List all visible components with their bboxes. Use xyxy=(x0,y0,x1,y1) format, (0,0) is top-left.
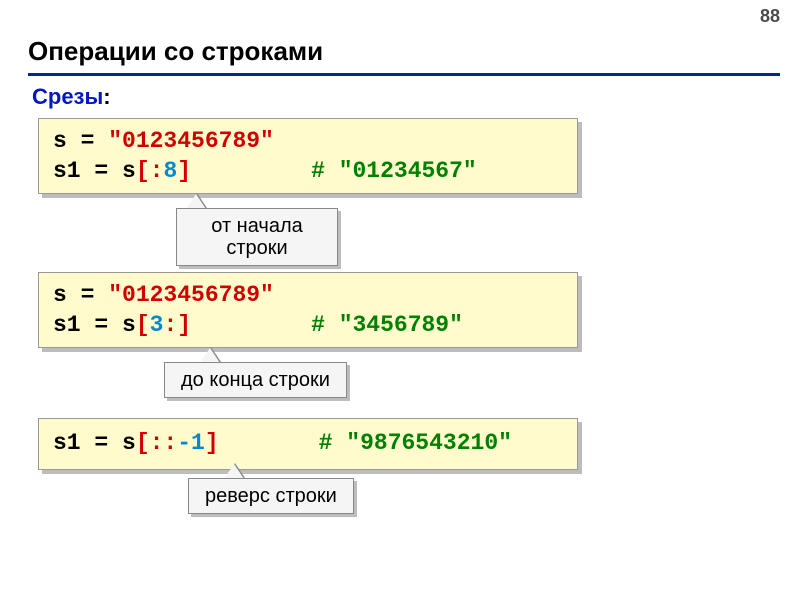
page-number: 88 xyxy=(760,6,780,27)
code-comment: "01234567" xyxy=(339,158,477,184)
code-text: s = xyxy=(53,282,108,308)
code-block-3: s1 = s[::-1] # "9876543210" xyxy=(38,418,578,470)
subtitle: Срезы: xyxy=(32,84,111,110)
code-text: s = xyxy=(53,128,108,154)
callout-2: до конца строки xyxy=(164,362,347,398)
code-bracket: ] xyxy=(205,430,219,456)
code-comment: "3456789" xyxy=(339,312,463,338)
code-string: "0123456789" xyxy=(108,282,274,308)
code-comment: "9876543210" xyxy=(346,430,512,456)
code-bracket: [ xyxy=(136,312,150,338)
code-number: 8 xyxy=(163,158,177,184)
code-line: s = "0123456789" xyxy=(53,281,563,311)
code-number: 3 xyxy=(150,312,164,338)
subtitle-colon: : xyxy=(103,84,110,109)
code-comment-hash: # xyxy=(311,158,325,184)
subtitle-text: Срезы xyxy=(32,84,103,109)
code-comment-hash: # xyxy=(319,430,333,456)
code-comment-hash: # xyxy=(311,312,325,338)
code-line: s1 = s[3:] # "3456789" xyxy=(53,311,563,341)
code-text: s1 = s xyxy=(53,158,136,184)
code-bracket: [: xyxy=(136,158,164,184)
code-bracket: :] xyxy=(163,312,191,338)
code-line: s1 = s[::-1] # "9876543210" xyxy=(53,429,563,459)
code-text: s1 = s xyxy=(53,312,136,338)
code-bracket: ] xyxy=(177,158,191,184)
code-string: "0123456789" xyxy=(108,128,274,154)
code-number: -1 xyxy=(177,430,205,456)
page-title: Операции со строками xyxy=(28,36,780,76)
code-line: s1 = s[:8] # "01234567" xyxy=(53,157,563,187)
callout-1: от начала строки xyxy=(176,208,338,266)
code-text: s1 = s xyxy=(53,430,136,456)
callout-3: реверс строки xyxy=(188,478,354,514)
code-block-2: s = "0123456789" s1 = s[3:] # "3456789" xyxy=(38,272,578,348)
code-line: s = "0123456789" xyxy=(53,127,563,157)
code-block-1: s = "0123456789" s1 = s[:8] # "01234567" xyxy=(38,118,578,194)
code-bracket: [:: xyxy=(136,430,177,456)
